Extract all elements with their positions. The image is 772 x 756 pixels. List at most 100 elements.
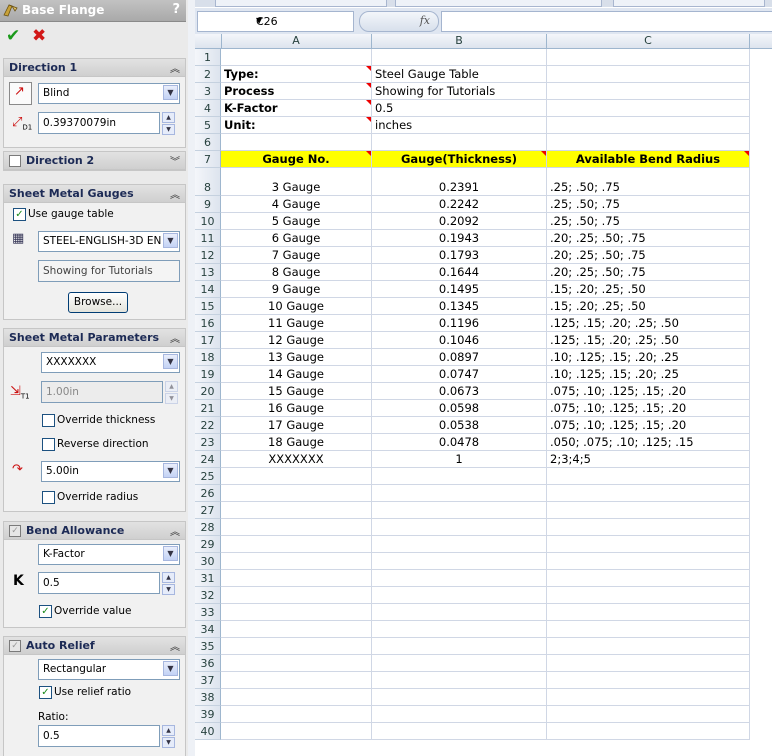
gauge-cell[interactable]: 18 Gauge xyxy=(221,434,372,451)
info-label[interactable]: Process xyxy=(221,83,372,100)
empty-cell[interactable] xyxy=(221,723,372,740)
bend-radius-cell[interactable]: .20; .25; .50; .75 xyxy=(547,247,750,264)
empty-cell[interactable] xyxy=(372,723,547,740)
thickness-cell[interactable]: 0.0598 xyxy=(372,400,547,417)
chevron-down-icon[interactable]: ▼ xyxy=(256,16,349,25)
row-header[interactable]: 16 xyxy=(195,315,221,332)
empty-cell[interactable] xyxy=(221,49,372,66)
empty-cell[interactable] xyxy=(547,66,750,83)
k-factor-field[interactable]: 0.5 xyxy=(38,572,160,594)
row-header[interactable]: 1 xyxy=(195,49,221,66)
use-relief-ratio-checkbox[interactable]: ✓ xyxy=(39,686,52,699)
column-header-b[interactable]: B xyxy=(372,34,547,48)
info-label[interactable]: Unit: xyxy=(221,117,372,134)
thickness-cell[interactable]: 0.0897 xyxy=(372,349,547,366)
gauge-cell[interactable]: 3 Gauge xyxy=(221,168,372,196)
empty-cell[interactable] xyxy=(221,706,372,723)
bend-radius-cell[interactable]: .075; .10; .125; .15; .20 xyxy=(547,400,750,417)
empty-cell[interactable] xyxy=(547,83,750,100)
browse-button[interactable]: Browse... xyxy=(68,292,128,313)
bend-radius-cell[interactable]: .075; .10; .125; .15; .20 xyxy=(547,417,750,434)
empty-cell[interactable] xyxy=(547,723,750,740)
ribbon-group[interactable] xyxy=(395,0,602,7)
thickness-cell[interactable]: 0.0673 xyxy=(372,383,547,400)
direction2-header[interactable]: Direction 2 ︾ xyxy=(4,152,185,170)
override-radius-checkbox[interactable] xyxy=(42,491,55,504)
insert-function-button[interactable]: fx xyxy=(359,11,439,32)
empty-cell[interactable] xyxy=(372,468,547,485)
cross-icon[interactable]: ✖ xyxy=(32,26,46,46)
row-header[interactable]: 22 xyxy=(195,417,221,434)
gauge-cell[interactable]: 11 Gauge xyxy=(221,315,372,332)
empty-cell[interactable] xyxy=(221,519,372,536)
bend-radius-cell[interactable]: .25; .50; .75 xyxy=(547,168,750,196)
thickness-cell[interactable]: 0.1793 xyxy=(372,247,547,264)
ratio-spinner[interactable]: ▲ ▼ xyxy=(162,725,175,748)
depth-field[interactable]: 0.39370079in xyxy=(38,112,160,134)
bend-radius-cell[interactable]: .15; .20; .25; .50 xyxy=(547,298,750,315)
empty-cell[interactable] xyxy=(547,485,750,502)
info-value[interactable]: Steel Gauge Table xyxy=(372,66,547,83)
gauge-select[interactable]: XXXXXXX ▼ xyxy=(41,352,180,373)
empty-cell[interactable] xyxy=(547,502,750,519)
gauge-cell[interactable]: 7 Gauge xyxy=(221,247,372,264)
gauge-cell[interactable]: 17 Gauge xyxy=(221,417,372,434)
gauge-table-select[interactable]: STEEL-ENGLISH-3D ENGI ▼ xyxy=(38,231,180,252)
empty-cell[interactable] xyxy=(547,570,750,587)
info-label[interactable]: Type: xyxy=(221,66,372,83)
bend-allowance-select[interactable]: K-Factor ▼ xyxy=(38,544,180,565)
row-header[interactable]: 36 xyxy=(195,655,221,672)
empty-cell[interactable] xyxy=(372,604,547,621)
row-header[interactable]: 17 xyxy=(195,332,221,349)
override-value-checkbox[interactable]: ✓ xyxy=(39,605,52,618)
row-header[interactable]: 35 xyxy=(195,638,221,655)
empty-cell[interactable] xyxy=(547,49,750,66)
thickness-cell[interactable]: 0.2092 xyxy=(372,213,547,230)
row-header[interactable]: 8 xyxy=(195,168,221,196)
empty-cell[interactable] xyxy=(372,519,547,536)
gauge-cell[interactable]: 9 Gauge xyxy=(221,281,372,298)
row-header[interactable]: 26 xyxy=(195,485,221,502)
empty-cell[interactable] xyxy=(547,689,750,706)
empty-cell[interactable] xyxy=(221,468,372,485)
empty-cell[interactable] xyxy=(372,655,547,672)
column-header-a[interactable]: A xyxy=(221,34,372,48)
row-header[interactable]: 15 xyxy=(195,298,221,315)
collapse-up-icon[interactable]: ︽ xyxy=(170,638,180,653)
direction1-header[interactable]: Direction 1 ︽ xyxy=(4,59,185,77)
collapse-up-icon[interactable]: ︽ xyxy=(170,523,180,538)
row-header[interactable]: 37 xyxy=(195,672,221,689)
row-header[interactable]: 21 xyxy=(195,400,221,417)
collapse-up-icon[interactable]: ︽ xyxy=(170,330,180,345)
empty-cell[interactable] xyxy=(372,553,547,570)
empty-cell[interactable] xyxy=(221,638,372,655)
row-header[interactable]: 39 xyxy=(195,706,221,723)
empty-cell[interactable] xyxy=(221,570,372,587)
gauges-header[interactable]: Sheet Metal Gauges ︽ xyxy=(4,185,185,203)
gauge-cell[interactable]: 10 Gauge xyxy=(221,298,372,315)
empty-cell[interactable] xyxy=(221,485,372,502)
ribbon-group[interactable] xyxy=(215,0,387,7)
empty-cell[interactable] xyxy=(547,655,750,672)
thickness-cell[interactable]: 0.1644 xyxy=(372,264,547,281)
bend-radius-cell[interactable]: 2;3;4;5 xyxy=(547,451,750,468)
empty-cell[interactable] xyxy=(547,587,750,604)
empty-cell[interactable] xyxy=(221,502,372,519)
empty-cell[interactable] xyxy=(221,553,372,570)
thickness-cell[interactable]: 0.1943 xyxy=(372,230,547,247)
thickness-cell[interactable]: 0.0747 xyxy=(372,366,547,383)
empty-cell[interactable] xyxy=(221,621,372,638)
empty-cell[interactable] xyxy=(547,100,750,117)
empty-cell[interactable] xyxy=(547,672,750,689)
collapse-up-icon[interactable]: ︽ xyxy=(170,186,180,201)
row-header[interactable]: 40 xyxy=(195,723,221,740)
row-header[interactable]: 19 xyxy=(195,366,221,383)
empty-cell[interactable] xyxy=(547,706,750,723)
row-header[interactable]: 30 xyxy=(195,553,221,570)
gauge-cell[interactable]: XXXXXXX xyxy=(221,451,372,468)
thickness-cell[interactable]: 0.2242 xyxy=(372,196,547,213)
row-header[interactable]: 13 xyxy=(195,264,221,281)
direction2-checkbox[interactable] xyxy=(9,155,21,167)
auto-relief-header[interactable]: ✓ Auto Relief ︽ xyxy=(4,637,185,655)
header-thickness[interactable]: Gauge(Thickness) xyxy=(372,151,547,168)
